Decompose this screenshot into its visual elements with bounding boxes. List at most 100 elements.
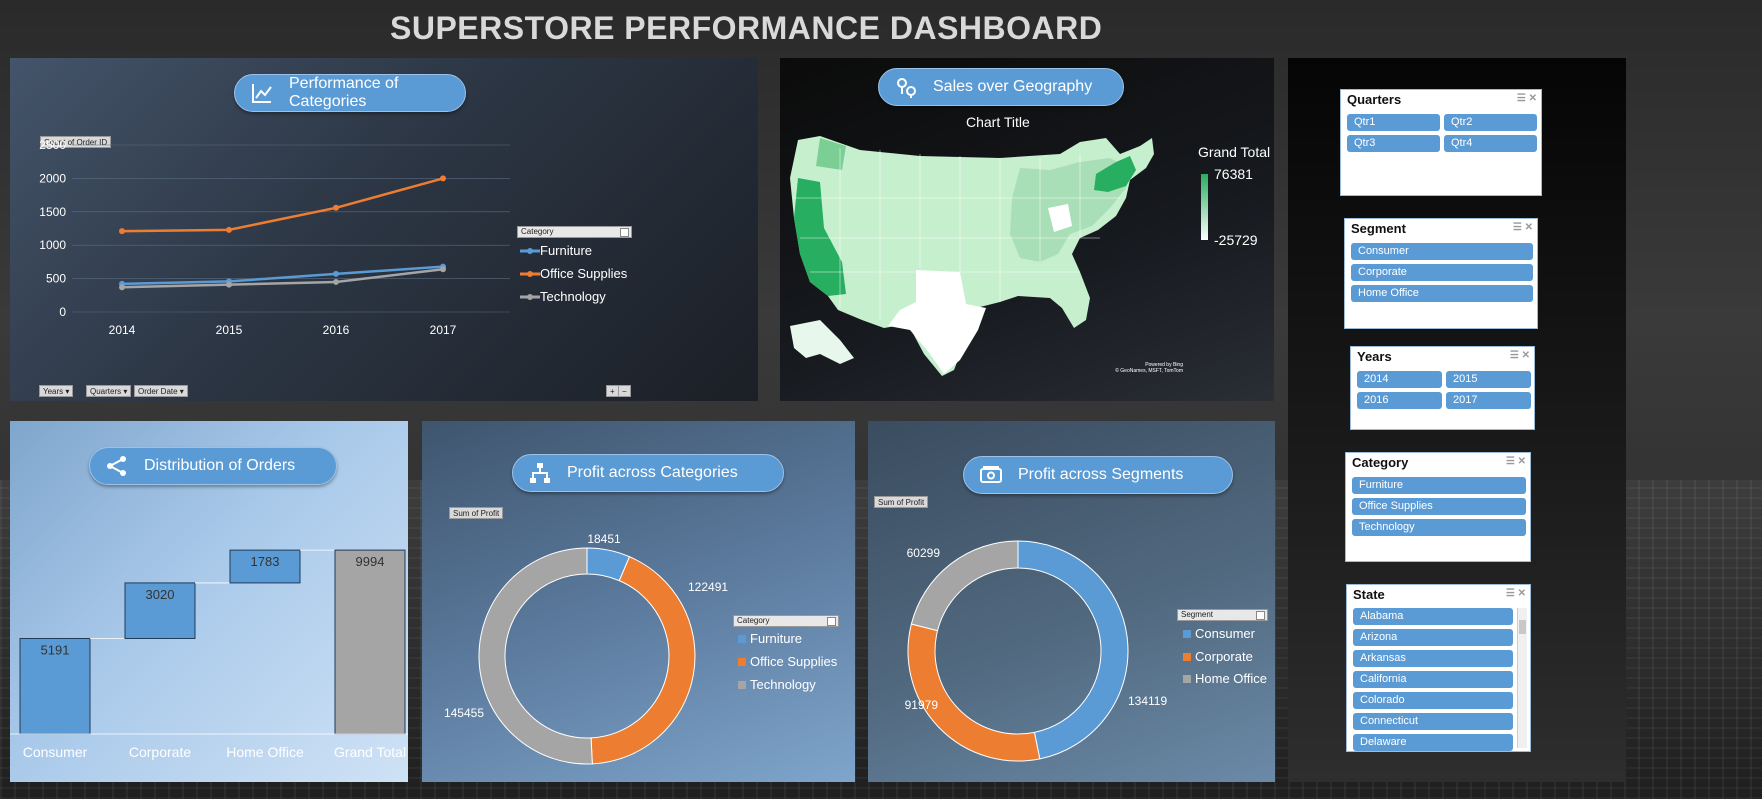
donut-legend-label-technology: Technology: [750, 677, 816, 692]
doughnut-slice: [1017, 540, 1129, 760]
legend-marker-technology: [520, 293, 540, 300]
doughnut-data-label: 60299: [907, 546, 941, 560]
slicer-state-item[interactable]: Colorado: [1353, 692, 1513, 709]
slicer-quarter-3[interactable]: Qtr3: [1347, 135, 1440, 152]
doughnut-slice: [478, 547, 593, 765]
category-legend-filter[interactable]: Category: [517, 226, 632, 238]
data-point: [440, 175, 446, 182]
data-point: [119, 284, 125, 291]
segment-doughnut-filter-label: Segment: [1181, 610, 1214, 619]
chevron-down-icon: [827, 617, 836, 626]
map-legend-max: 76381: [1214, 166, 1253, 182]
scrollbar-thumb[interactable]: [1519, 620, 1526, 634]
waterfall-category-label: Grand Total: [334, 744, 406, 760]
slicer-state-item[interactable]: Arkansas: [1353, 650, 1513, 667]
legend-label-furniture: Furniture: [540, 243, 593, 258]
legend-item-furniture: Furniture: [520, 243, 592, 258]
panel-sales-geography: Sales over Geography Chart Title Grand T…: [780, 58, 1274, 401]
slicer-year-2016[interactable]: 2016: [1357, 392, 1442, 409]
doughnut-chart-segments: 134119 91979 60299: [905, 540, 1167, 762]
order-date-field-button[interactable]: Order Date ▾: [134, 385, 188, 397]
slicer-segment-consumer[interactable]: Consumer: [1351, 243, 1533, 260]
waterfall-chart: 5191 Consumer 3020 Corporate 1783 Home Office…: [10, 549, 408, 760]
clear-filter-icon[interactable]: ☰ ✕: [1506, 456, 1526, 467]
years-field-label: Years: [43, 387, 64, 396]
slicer-year-2017[interactable]: 2017: [1446, 392, 1531, 409]
line-chart: 0 500 1000 1500 2000 2500 2014 2015 2016 2017: [39, 138, 510, 337]
slicer-state-item[interactable]: Connecticut: [1353, 713, 1513, 730]
donut-legend-technology: Technology: [738, 677, 816, 692]
doughnut-slice: [590, 556, 696, 765]
data-point: [226, 281, 232, 288]
slicer-segment-home-office[interactable]: Home Office: [1351, 285, 1533, 302]
data-point: [333, 204, 339, 211]
waterfall-category-label: Home Office: [226, 744, 304, 760]
donut-legend-consumer: Consumer: [1183, 626, 1255, 641]
slicer-category-office-supplies[interactable]: Office Supplies: [1352, 498, 1526, 515]
slicer-state-title: State: [1353, 587, 1385, 602]
waterfall-data-label: 9994: [356, 554, 385, 569]
slicer-segment-title: Segment: [1351, 221, 1406, 236]
slicer-state-item[interactable]: Arizona: [1353, 629, 1513, 646]
y-tick-label: 500: [46, 272, 66, 286]
category-doughnut-filter[interactable]: Category: [733, 615, 839, 627]
dashboard-title: SUPERSTORE PERFORMANCE DASHBOARD: [390, 10, 1103, 46]
y-tick-label: 1000: [39, 238, 66, 252]
slicer-quarter-2[interactable]: Qtr2: [1444, 114, 1537, 131]
slicer-state-item[interactable]: Delaware: [1353, 734, 1513, 751]
slicer-category: Category ☰ ✕ Furniture Office Supplies Te…: [1345, 452, 1531, 562]
slicer-state-item[interactable]: California: [1353, 671, 1513, 688]
slicer-years-header: Years ☰ ✕: [1351, 347, 1534, 367]
slicer-segment-corporate[interactable]: Corporate: [1351, 264, 1533, 281]
doughnut-chart-categories: 18451 122491 145455: [444, 532, 728, 765]
donut-legend-label-furniture: Furniture: [750, 631, 803, 646]
doughnut-data-label: 91979: [905, 698, 939, 712]
clear-filter-icon[interactable]: ☰ ✕: [1510, 350, 1530, 361]
slicer-quarter-4[interactable]: Qtr4: [1444, 135, 1537, 152]
slicer-year-2015[interactable]: 2015: [1446, 371, 1531, 388]
slicer-segment: Segment ☰ ✕ Consumer Corporate Home Offic…: [1344, 218, 1538, 329]
data-point: [119, 228, 125, 235]
clear-filter-icon[interactable]: ☰ ✕: [1513, 222, 1533, 233]
waterfall-data-label: 3020: [146, 587, 175, 602]
panel-profit-segments: Profit across Segments Sum of Profit 134…: [868, 421, 1275, 782]
quarters-field-label: Quarters: [90, 387, 122, 396]
y-tick-label: 0: [59, 305, 66, 319]
waterfall-category-label: Consumer: [23, 744, 88, 760]
waterfall-category-label: Corporate: [129, 744, 191, 760]
slicer-year-2014[interactable]: 2014: [1357, 371, 1442, 388]
slicer-quarter-1[interactable]: Qtr1: [1347, 114, 1440, 131]
data-point: [440, 266, 446, 273]
slicer-years-title: Years: [1357, 349, 1392, 364]
donut-legend-corporate: Corporate: [1183, 649, 1253, 664]
slicer-state-item[interactable]: Alabama: [1353, 608, 1513, 625]
legend-marker-furniture: [520, 247, 540, 254]
segment-doughnut-filter[interactable]: Segment: [1177, 609, 1268, 621]
data-point: [226, 226, 232, 233]
slicer-state-scrollbar[interactable]: [1517, 608, 1527, 748]
years-field-button[interactable]: Years ▾: [39, 385, 74, 397]
x-tick-label: 2014: [109, 323, 136, 337]
slicer-state: State ☰ ✕ Alabama Arizona Arkansas Califo…: [1346, 584, 1531, 752]
doughnut-data-label: 122491: [688, 580, 728, 594]
slicer-category-furniture[interactable]: Furniture: [1352, 477, 1526, 494]
expand-field-button[interactable]: +: [606, 385, 619, 397]
map-legend-gradient: [1201, 174, 1208, 240]
chevron-down-icon: [1256, 611, 1265, 620]
x-tick-label: 2017: [430, 323, 457, 337]
donut-legend-label-corporate: Corporate: [1195, 649, 1253, 664]
legend-item-office-supplies: Office Supplies: [520, 266, 627, 281]
us-map: [790, 136, 1154, 376]
x-tick-label: 2016: [323, 323, 350, 337]
clear-filter-icon[interactable]: ☰ ✕: [1517, 93, 1537, 104]
map-credit: Powered by Bing © GeoNames, MSFT, TomTom: [1095, 362, 1183, 374]
category-legend-label: Category: [521, 227, 554, 236]
slicer-category-technology[interactable]: Technology: [1352, 519, 1526, 536]
clear-filter-icon[interactable]: ☰ ✕: [1506, 588, 1526, 599]
x-tick-label: 2015: [216, 323, 243, 337]
collapse-field-button[interactable]: −: [618, 385, 631, 397]
legend-marker-office-supplies: [520, 270, 540, 277]
slicer-state-header: State ☰ ✕: [1347, 585, 1530, 605]
donut-legend-swatch-home-office: [1183, 674, 1191, 683]
quarters-field-button[interactable]: Quarters ▾: [86, 385, 132, 397]
